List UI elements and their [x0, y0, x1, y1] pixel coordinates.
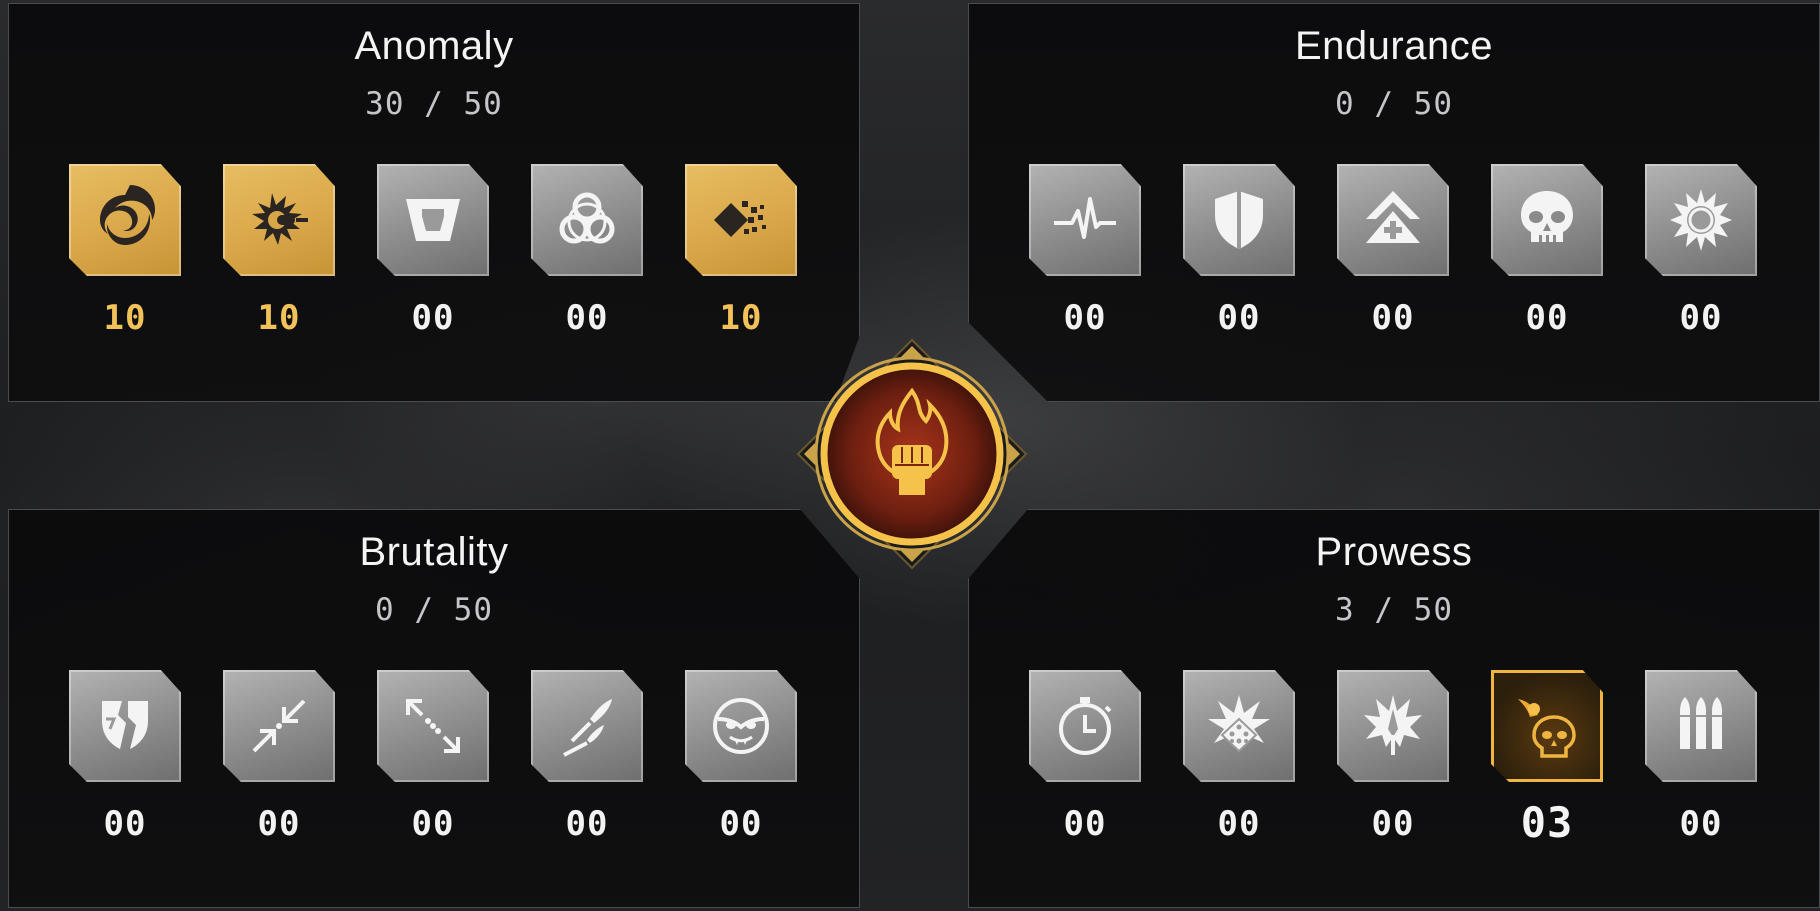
panel-score: 0 / 50: [1335, 86, 1453, 122]
perk-tile[interactable]: 00: [377, 164, 489, 338]
perk-tile[interactable]: 00: [1337, 164, 1449, 338]
perk-value: 00: [1063, 804, 1107, 844]
sun-icon: [1645, 164, 1757, 276]
perk-tile[interactable]: 10: [685, 164, 797, 338]
fire-skull-icon: [1491, 670, 1603, 782]
panel-score: 0 / 50: [375, 592, 493, 628]
perk-value: 00: [1679, 804, 1723, 844]
disintegrate-icon: [685, 164, 797, 276]
flaming-fist-icon: [796, 338, 1028, 570]
brutality-panel: Brutality 0 / 50 00 00 00 00 00: [8, 509, 860, 908]
perk-value: 00: [1371, 804, 1415, 844]
rank-heal-icon: [1337, 164, 1449, 276]
heartbeat-icon: [1029, 164, 1141, 276]
perk-tile[interactable]: 00: [1491, 164, 1603, 338]
perk-value: 10: [103, 298, 147, 338]
vortex-icon: [69, 164, 181, 276]
perk-tile[interactable]: 00: [1029, 164, 1141, 338]
perk-value: 00: [1217, 298, 1261, 338]
perk-tile[interactable]: 00: [531, 164, 643, 338]
perk-value: 00: [1525, 298, 1569, 338]
perk-tile[interactable]: 00: [1337, 670, 1449, 844]
burning-bullet-icon: [223, 164, 335, 276]
panel-title: Prowess: [1315, 530, 1473, 574]
vampire-icon: [685, 670, 797, 782]
trapezoid-icon: [377, 164, 489, 276]
perk-value: 00: [565, 804, 609, 844]
perk-value: 00: [1679, 298, 1723, 338]
panel-title: Anomaly: [354, 24, 514, 68]
impact-blade-icon: [1337, 670, 1449, 782]
perk-value: 00: [103, 804, 147, 844]
perk-tile[interactable]: 10: [69, 164, 181, 338]
perk-value: 00: [411, 298, 455, 338]
perk-tile[interactable]: 00: [1183, 670, 1295, 844]
perk-tile[interactable]: 03: [1491, 670, 1603, 847]
perk-tile[interactable]: 00: [69, 670, 181, 844]
perk-tile[interactable]: 00: [223, 670, 335, 844]
panel-title: Endurance: [1295, 24, 1493, 68]
perk-tile[interactable]: 00: [1645, 164, 1757, 338]
expand-arrows-icon: [377, 670, 489, 782]
perk-tile[interactable]: 00: [531, 670, 643, 844]
perk-value: 00: [411, 804, 455, 844]
converge-arrows-icon: [223, 670, 335, 782]
shield-icon: [1183, 164, 1295, 276]
perk-value: 00: [1371, 298, 1415, 338]
skull-icon: [1491, 164, 1603, 276]
perk-tile[interactable]: 00: [377, 670, 489, 844]
stopwatch-icon: [1029, 670, 1141, 782]
perk-value: 00: [1063, 298, 1107, 338]
panel-title: Brutality: [359, 530, 509, 574]
perk-value: 10: [257, 298, 301, 338]
perk-value: 00: [565, 298, 609, 338]
perk-tile[interactable]: 00: [1029, 670, 1141, 844]
explosive-dice-icon: [1183, 670, 1295, 782]
flaming-fist-emblem[interactable]: [795, 337, 1029, 571]
perk-tile[interactable]: 00: [1645, 670, 1757, 844]
perk-tile[interactable]: 10: [223, 164, 335, 338]
perk-value: 00: [719, 804, 763, 844]
prowess-panel: Prowess 3 / 50 00 00 00 03 00: [968, 509, 1820, 908]
perk-value: 00: [1217, 804, 1261, 844]
blades-icon: [531, 670, 643, 782]
perk-value: 10: [719, 298, 763, 338]
perk-tile[interactable]: 00: [1183, 164, 1295, 338]
ammo-icon: [1645, 670, 1757, 782]
perk-tile[interactable]: 00: [685, 670, 797, 844]
endurance-panel: Endurance 0 / 50 00 00 00 00 00: [968, 3, 1820, 402]
panel-score: 3 / 50: [1335, 592, 1453, 628]
panel-score: 30 / 50: [365, 86, 503, 122]
perk-value: 00: [257, 804, 301, 844]
biohazard-icon: [531, 164, 643, 276]
broken-shield-icon: [69, 670, 181, 782]
anomaly-panel: Anomaly 30 / 50 10 10 00 00 10: [8, 3, 860, 402]
perk-value: 03: [1520, 798, 1574, 847]
